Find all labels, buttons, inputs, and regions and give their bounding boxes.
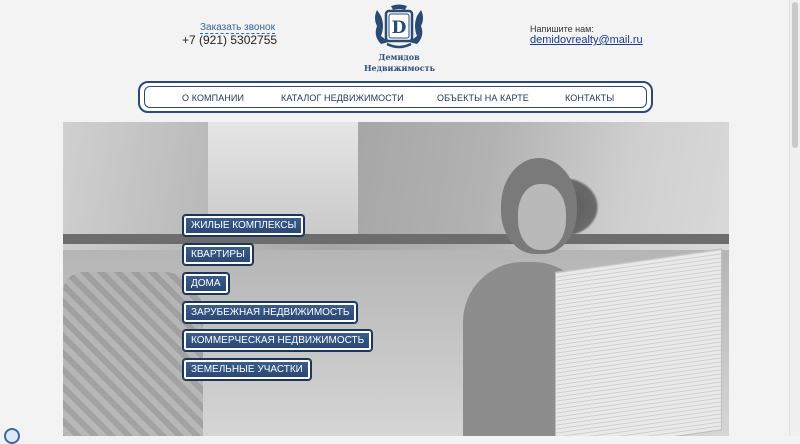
logo-title: Демидов Недвижимость [364,52,436,74]
category-residential-complexes-button[interactable]: ЖИЛЫЕ КОМПЛЕКСЫ [183,215,305,236]
category-apartments-button[interactable]: КВАРТИРЫ [183,244,253,265]
phone-number: +7 (921) 5302755 [182,33,278,47]
nav-item-map[interactable]: ОБЪЕКТЫ НА КАРТЕ [437,93,529,103]
logo-title-line2: Недвижимость [364,63,436,73]
hero-frame-bar [63,234,729,244]
nav-item-contacts[interactable]: КОНТАКТЫ [565,93,614,103]
write-us-label: Напишите нам: [530,24,594,34]
logo-title-line1: Демидов [378,52,420,62]
hero-pillow [63,272,203,436]
category-land-plots-button[interactable]: ЗЕМЕЛЬНЫЕ УЧАСТКИ [183,359,311,380]
hero-newspaper [555,248,722,436]
hero-woman-face [518,184,566,250]
logo[interactable]: D Демидов Недвижимость [364,4,436,74]
hero-image [63,122,729,436]
nav-item-about[interactable]: О КОМПАНИИ [182,93,244,103]
monogram-crest-icon: D [375,4,423,49]
category-commercial-property-button[interactable]: КОММЕРЧЕСКАЯ НЕДВИЖИМОСТЬ [183,330,373,351]
category-houses-button[interactable]: ДОМА [183,273,229,294]
scrollbar-thumb[interactable] [792,2,798,148]
main-nav: О КОМПАНИИ КАТАЛОГ НЕДВИЖИМОСТИ ОБЪЕКТЫ … [138,81,653,113]
logo-letter: D [392,18,407,38]
chat-bubble-icon[interactable] [4,428,20,444]
page-scrollbar[interactable] [789,0,800,436]
nav-item-catalog[interactable]: КАТАЛОГ НЕДВИЖИМОСТИ [281,93,404,103]
category-foreign-property-button[interactable]: ЗАРУБЕЖНАЯ НЕДВИЖИМОСТЬ [183,302,358,323]
email-link[interactable]: demidovrealty@mail.ru [530,34,643,46]
